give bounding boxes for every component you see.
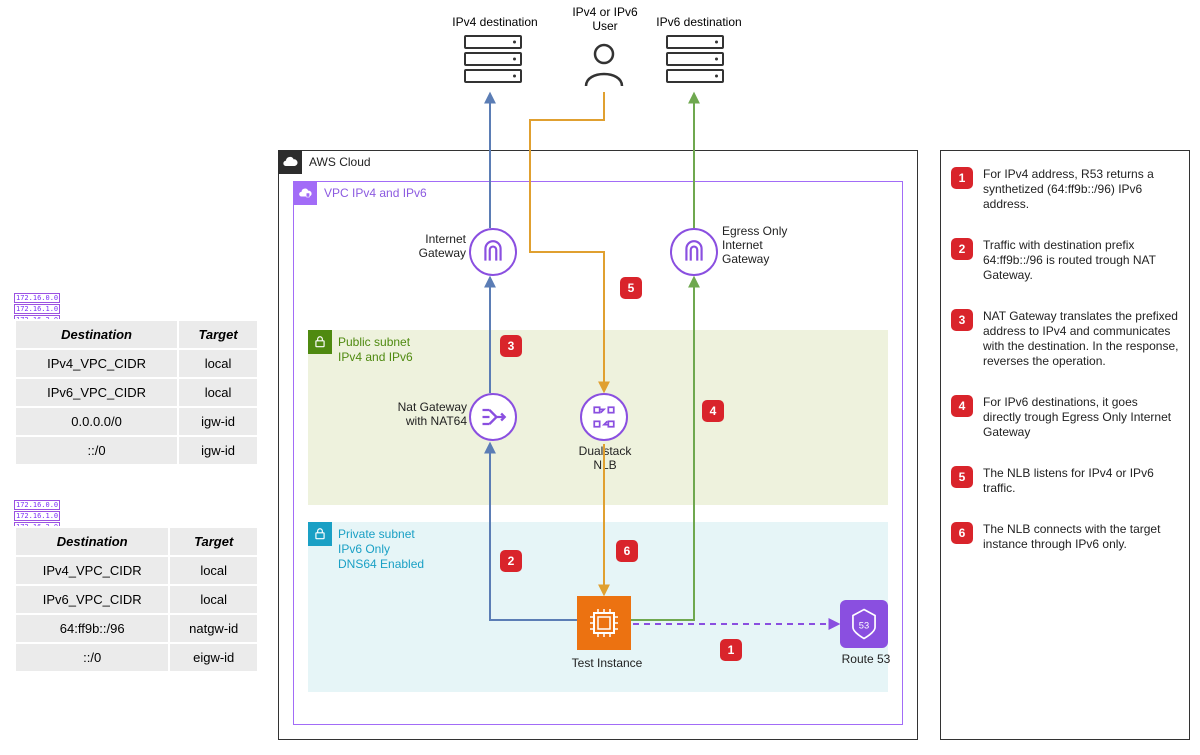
- ipv6-dest-label: IPv6 destination: [644, 15, 754, 29]
- user-icon: [580, 40, 628, 91]
- table-row: ::/0eigw-id: [15, 643, 258, 672]
- svg-text:53: 53: [859, 620, 869, 630]
- internet-gateway-icon: [469, 228, 517, 276]
- nlb-label: Dualstack NLB: [575, 444, 635, 472]
- legend-item: 6The NLB connects with the target instan…: [951, 522, 1179, 552]
- internet-gateway-label: Internet Gateway: [406, 232, 466, 260]
- private-subnet-label: Private subnet IPv6 Only DNS64 Enabled: [338, 527, 424, 572]
- table-row: ::/0igw-id: [15, 436, 258, 465]
- diagram-badge-3: 3: [500, 335, 522, 357]
- legend-item: 4For IPv6 destinations, it goes directly…: [951, 395, 1179, 440]
- table-row: 64:ff9b::/96natgw-id: [15, 614, 258, 643]
- table-row: IPv4_VPC_CIDRlocal: [15, 556, 258, 585]
- table-row: IPv4_VPC_CIDRlocal: [15, 349, 258, 378]
- table-row: 0.0.0.0/0igw-id: [15, 407, 258, 436]
- public-subnet-icon: [308, 330, 332, 354]
- vpc-icon: [293, 181, 317, 205]
- aws-cloud-icon: [278, 150, 302, 174]
- public-subnet-label: Public subnet IPv4 and IPv6: [338, 335, 413, 365]
- test-instance-icon: [577, 596, 631, 650]
- user-label: IPv4 or IPv6 User: [560, 5, 650, 33]
- legend-item: 3NAT Gateway translates the prefixed add…: [951, 309, 1179, 369]
- legend-item: 1For IPv4 address, R53 returns a synthet…: [951, 167, 1179, 212]
- test-instance-label: Test Instance: [562, 656, 652, 670]
- legend-item: 2Traffic with destination prefix 64:ff9b…: [951, 238, 1179, 283]
- diagram-badge-2: 2: [500, 550, 522, 572]
- vpc-label: VPC IPv4 and IPv6: [324, 186, 427, 200]
- table-row: DestinationTarget: [15, 320, 258, 349]
- nat-gateway-label: Nat Gateway with NAT64: [382, 400, 467, 428]
- table-row: DestinationTarget: [15, 527, 258, 556]
- route53-label: Route 53: [836, 652, 896, 666]
- route53-icon: 53: [840, 600, 888, 648]
- diagram-badge-5: 5: [620, 277, 642, 299]
- aws-cloud-label: AWS Cloud: [309, 155, 371, 169]
- table-row: IPv6_VPC_CIDRlocal: [15, 378, 258, 407]
- legend-panel: 1For IPv4 address, R53 returns a synthet…: [940, 150, 1190, 740]
- egress-only-igw-icon: [670, 228, 718, 276]
- private-route-table: DestinationTarget IPv4_VPC_CIDRlocal IPv…: [14, 526, 259, 673]
- diagram-badge-6: 6: [616, 540, 638, 562]
- ipv6-dest-server-icon: [666, 35, 724, 83]
- table-row: IPv6_VPC_CIDRlocal: [15, 585, 258, 614]
- private-subnet-icon: [308, 522, 332, 546]
- nat-gateway-icon: [469, 393, 517, 441]
- legend-item: 5The NLB listens for IPv4 or IPv6 traffi…: [951, 466, 1179, 496]
- public-route-table: DestinationTarget IPv4_VPC_CIDRlocal IPv…: [14, 319, 259, 466]
- nlb-icon: [580, 393, 628, 441]
- egress-only-igw-label: Egress Only Internet Gateway: [722, 224, 802, 266]
- diagram-badge-1: 1: [720, 639, 742, 661]
- diagram-badge-4: 4: [702, 400, 724, 422]
- ipv4-dest-server-icon: [464, 35, 522, 83]
- ipv4-dest-label: IPv4 destination: [440, 15, 550, 29]
